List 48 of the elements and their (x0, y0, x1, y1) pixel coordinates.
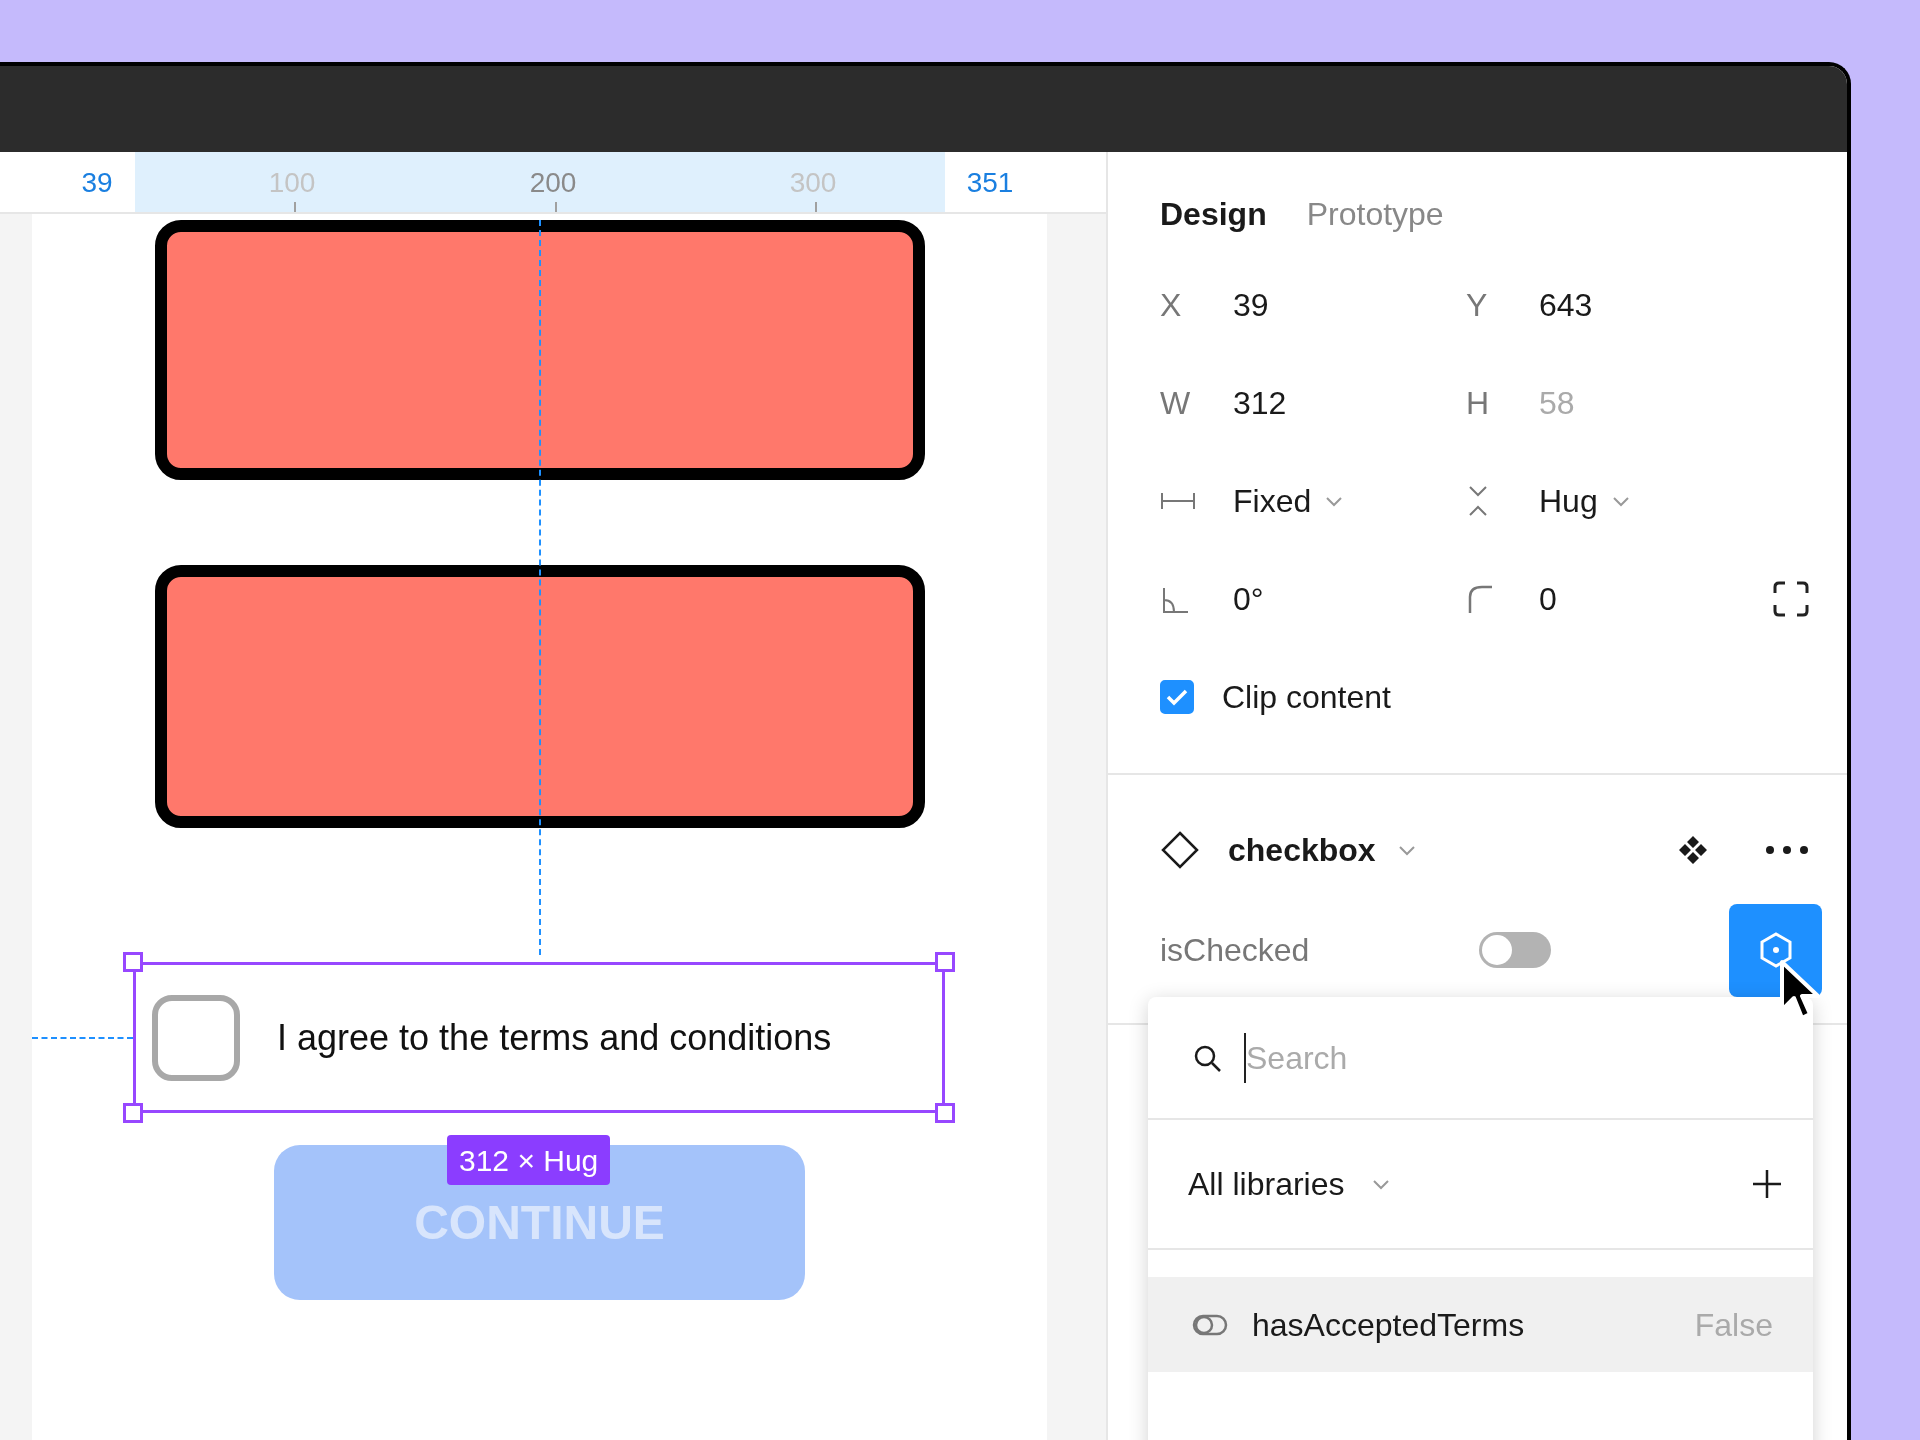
field-value[interactable]: 39 (1233, 281, 1269, 329)
field-label: H (1466, 384, 1491, 423)
panel-tab[interactable]: Prototype (1306, 190, 1444, 238)
panel-tab[interactable]: Design (1160, 190, 1267, 238)
component-icon (1677, 834, 1709, 866)
resize-handle[interactable] (935, 1103, 955, 1123)
search-field[interactable]: Search (1244, 1032, 1724, 1083)
radius-value[interactable]: 0 (1539, 575, 1557, 623)
chevron-down-icon (1397, 843, 1416, 857)
chevron-down-icon (1372, 1177, 1391, 1191)
ruler-label: 100 (268, 166, 316, 200)
chevron-down-icon (1611, 494, 1630, 508)
ruler-label: 200 (529, 166, 577, 200)
field-label: X (1160, 286, 1183, 325)
height-sizing-icon (1466, 485, 1490, 517)
field-value[interactable]: 643 (1539, 281, 1593, 329)
checkbox-label: I agree to the terms and conditions (277, 1015, 832, 1060)
checkbox-label: Clip content (1222, 678, 1391, 717)
resize-handle[interactable] (935, 952, 955, 972)
toggle-switch[interactable] (1479, 932, 1552, 968)
field-value[interactable]: 312 (1233, 379, 1287, 427)
library-dropdown[interactable]: All libraries (1188, 1160, 1391, 1208)
toggle-icon (1192, 1313, 1228, 1336)
ruler-label: 39 (81, 166, 113, 200)
field-label: W (1160, 384, 1192, 423)
ruler-label: 300 (789, 166, 837, 200)
variable-name: hasAcceptedTerms (1252, 1305, 1525, 1345)
resize-handle[interactable] (123, 1103, 143, 1123)
diamond-icon (1160, 830, 1200, 870)
corner-radius-icon (1466, 583, 1494, 615)
checkbox[interactable] (1160, 680, 1194, 714)
chevron-down-icon (1325, 494, 1344, 508)
rotation-value[interactable]: 0° (1233, 575, 1264, 623)
variable-item[interactable]: hasAcceptedTerms False (1148, 1277, 1813, 1372)
property-label: isChecked (1160, 931, 1310, 970)
more-icon (1765, 845, 1809, 855)
plus-icon (1751, 1168, 1783, 1200)
ruler-label: 351 (966, 166, 1014, 200)
size-badge: 312 × Hug (447, 1135, 611, 1185)
checkbox[interactable] (152, 994, 240, 1081)
sizing-value[interactable]: Fixed (1233, 477, 1312, 525)
resize-handle[interactable] (123, 952, 143, 972)
component-name[interactable]: checkbox (1228, 826, 1376, 874)
add-button[interactable] (1751, 1168, 1783, 1200)
variable-value: False (1694, 1305, 1773, 1345)
independent-corners-icon[interactable] (1773, 581, 1809, 617)
sizing-value[interactable]: Hug (1539, 477, 1598, 525)
field-label: Y (1466, 286, 1489, 325)
